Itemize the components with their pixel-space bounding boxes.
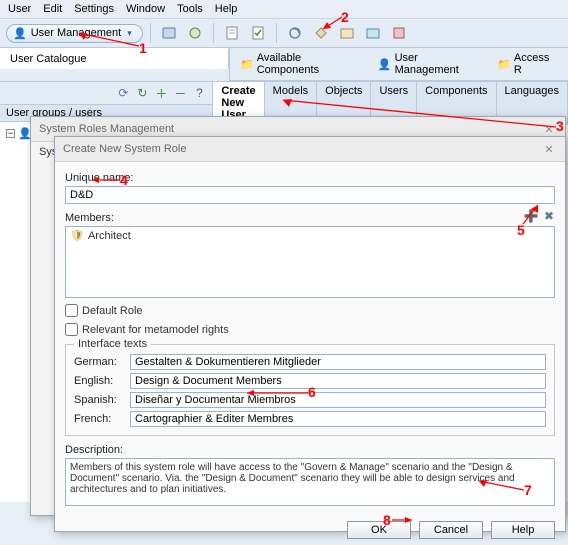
mini-refresh-icon[interactable]: ⟳ [115, 85, 131, 101]
toolbar-icon-6[interactable] [310, 22, 332, 44]
member-remove-icon[interactable]: ✖ [541, 208, 557, 224]
tab-user-management[interactable]: User Management [374, 50, 485, 78]
mini-plus-icon[interactable]: ＋ [153, 85, 169, 101]
description-textarea[interactable] [65, 458, 555, 506]
members-label: Members: [65, 212, 555, 224]
interface-texts-group: Interface texts German: English: Spanish… [65, 344, 555, 436]
menu-settings[interactable]: Settings [74, 3, 114, 15]
default-role-checkbox[interactable]: Default Role [65, 304, 555, 317]
tab-user-catalogue-label: User Catalogue [10, 53, 86, 65]
toolbar-icon-5[interactable] [284, 22, 306, 44]
member-add-icon[interactable]: ➕ [523, 208, 539, 224]
folder-icon [240, 58, 254, 71]
close-icon[interactable]: ✕ [541, 141, 557, 157]
lang-input-spanish[interactable] [130, 392, 546, 408]
relevant-metamodel-checkbox[interactable]: Relevant for metamodel rights [65, 323, 555, 336]
menu-help[interactable]: Help [215, 3, 238, 15]
mini-help-icon[interactable]: ? [191, 85, 207, 101]
lang-label-spanish: Spanish: [74, 394, 124, 406]
chevron-down-icon: ▾ [127, 28, 132, 39]
user-management-dropdown[interactable]: User Management ▾ [6, 24, 143, 43]
role-icon [70, 229, 84, 242]
mini-minus-icon[interactable]: － [172, 85, 188, 101]
tree-expand-icon[interactable]: − [6, 129, 15, 138]
toolbar-icon-7[interactable] [336, 22, 358, 44]
member-item[interactable]: Architect [88, 230, 131, 242]
menu-user[interactable]: User [8, 3, 31, 15]
members-listbox[interactable]: Architect [65, 226, 555, 298]
help-button[interactable]: Help [491, 521, 555, 539]
tab-available-components[interactable]: Available Components [236, 50, 366, 78]
interface-texts-title: Interface texts [74, 338, 151, 350]
lang-input-french[interactable] [130, 411, 546, 427]
lang-label-german: German: [74, 356, 124, 368]
menu-tools[interactable]: Tools [177, 3, 203, 15]
dialog-create-new-system-role: Create New System Role ✕ Unique name: Me… [54, 136, 566, 532]
description-label: Description: [65, 444, 555, 456]
unique-name-input[interactable] [65, 186, 555, 204]
main-toolbar: User Management ▾ [0, 19, 568, 48]
toolbar-icon-8[interactable] [362, 22, 384, 44]
unique-name-label: Unique name: [65, 172, 555, 184]
lang-label-french: French: [74, 413, 124, 425]
lang-input-german[interactable] [130, 354, 546, 370]
menu-window[interactable]: Window [126, 3, 165, 15]
lang-input-english[interactable] [130, 373, 546, 389]
folder-icon [497, 58, 511, 71]
toolbar-icon-1[interactable] [158, 22, 180, 44]
cancel-button[interactable]: Cancel [419, 521, 483, 539]
user-management-label: User Management [31, 27, 122, 39]
tab-user-catalogue[interactable]: User Catalogue [0, 48, 229, 69]
close-icon[interactable]: ✕ [541, 121, 557, 137]
toolbar-icon-3[interactable] [221, 22, 243, 44]
mini-sync-icon[interactable]: ↻ [134, 85, 150, 101]
toolbar-icon-4[interactable] [247, 22, 269, 44]
dialog1-title: System Roles Management [39, 123, 174, 135]
toolbar-icon-2[interactable] [184, 22, 206, 44]
menubar: User Edit Settings Window Tools Help [0, 0, 568, 19]
user-icon [13, 27, 27, 40]
tab-access-r[interactable]: Access R [493, 50, 562, 78]
user-icon [378, 58, 392, 71]
ok-button[interactable]: OK [347, 521, 411, 539]
menu-edit[interactable]: Edit [43, 3, 62, 15]
lang-label-english: English: [74, 375, 124, 387]
dialog2-title: Create New System Role [63, 143, 187, 155]
left-mini-toolbar: ⟳ ↻ ＋ － ? [0, 82, 212, 105]
toolbar-icon-9[interactable] [388, 22, 410, 44]
